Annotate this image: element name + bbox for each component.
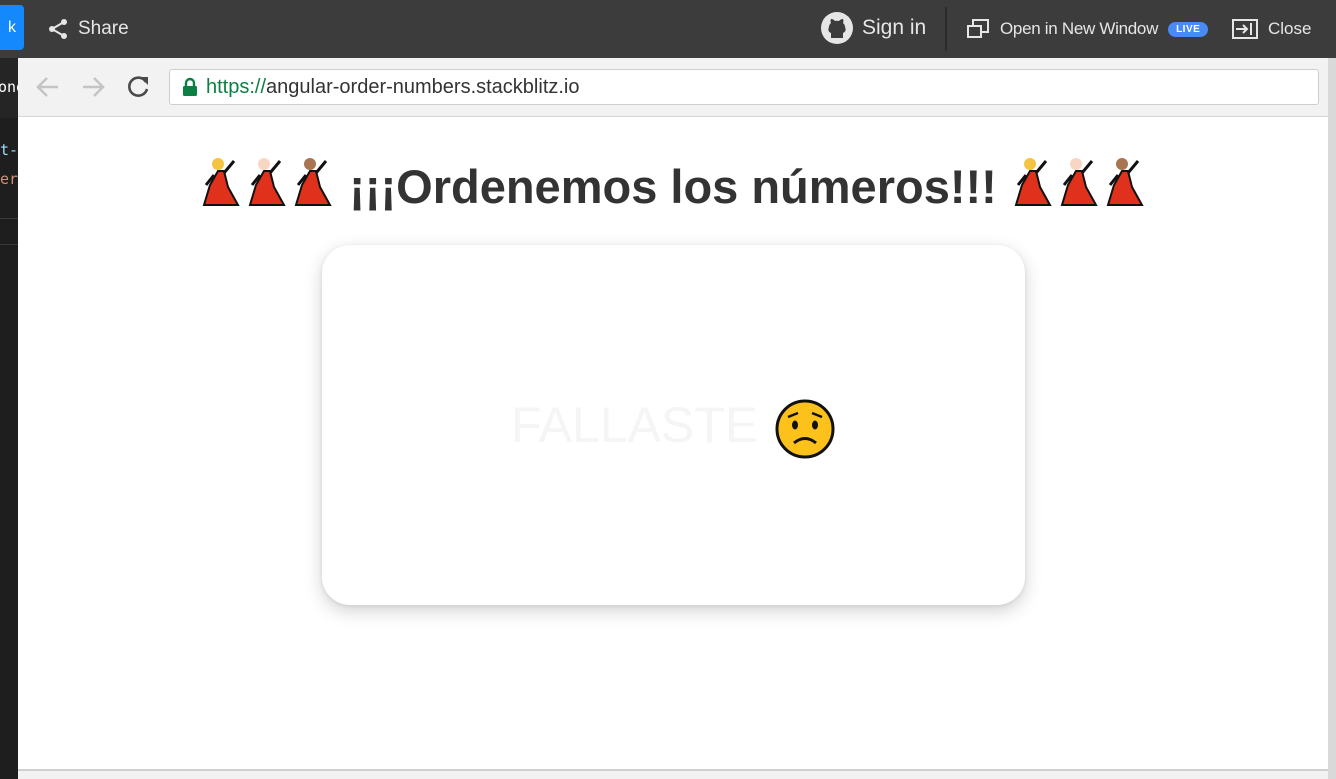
- open-new-window-label: Open in New Window: [1000, 19, 1159, 38]
- result-card: FALLASTE: [322, 245, 1025, 605]
- dancer-emoji: [1106, 158, 1144, 206]
- app-page: ¡¡¡Ordenemos los números!!! FALLASTE: [18, 117, 1328, 769]
- forward-arrow-icon: [83, 77, 105, 97]
- reload-button[interactable]: [123, 72, 153, 102]
- close-label: Close: [1268, 19, 1312, 38]
- dancer-emoji: [1014, 158, 1052, 206]
- scroll-edge: [1328, 58, 1336, 779]
- dancer-emoji-group-right: [1010, 158, 1148, 213]
- close-button[interactable]: Close: [1232, 15, 1311, 43]
- dancer-emoji: [1060, 158, 1098, 206]
- code-line: t-: [0, 141, 18, 159]
- result-message: FALLASTE: [322, 395, 1025, 460]
- url-scheme: https://: [206, 75, 267, 98]
- preview-browser-bar: https://angular-order-numbers.stackblitz…: [18, 58, 1328, 117]
- open-window-icon: [967, 19, 989, 38]
- forward-button[interactable]: [78, 72, 108, 102]
- share-icon: [49, 19, 67, 39]
- page-heading: ¡¡¡Ordenemos los números!!!: [18, 155, 1328, 217]
- result-text: FALLASTE: [510, 397, 759, 453]
- url-host: angular-order-numbers.stackblitz.io: [266, 75, 580, 98]
- dancer-emoji: [202, 158, 240, 206]
- address-bar[interactable]: https://angular-order-numbers.stackblitz…: [169, 69, 1319, 105]
- sign-in-button[interactable]: Sign in: [820, 10, 926, 46]
- share-button[interactable]: Share: [46, 15, 129, 43]
- fork-button[interactable]: k: [0, 5, 24, 50]
- code-line: er: [0, 170, 18, 188]
- dancer-emoji: [294, 158, 332, 206]
- back-button[interactable]: [33, 72, 63, 102]
- worried-face-emoji: [775, 399, 835, 459]
- dancer-emoji: [248, 158, 286, 206]
- share-label: Share: [78, 18, 129, 39]
- open-new-window-button[interactable]: Open in New Window LIVE: [966, 15, 1209, 43]
- toolbar-divider: [945, 7, 947, 51]
- editor-panel-edge: one t- er: [0, 58, 18, 779]
- sign-in-label: Sign in: [862, 16, 927, 39]
- dancer-emoji-group-left: [198, 158, 349, 213]
- reload-icon: [128, 76, 149, 97]
- editor-separator: [0, 218, 18, 219]
- console-bar: [18, 771, 1328, 779]
- lock-icon: [180, 77, 200, 97]
- back-arrow-icon: [36, 77, 58, 97]
- top-toolbar: k Share Sign in Open in New Window LIVE: [0, 0, 1336, 58]
- github-icon: [821, 12, 853, 44]
- live-badge: LIVE: [1168, 21, 1209, 37]
- editor-tab-label: one: [0, 78, 18, 96]
- editor-separator: [0, 244, 18, 245]
- heading-text: ¡¡¡Ordenemos los números!!!: [349, 160, 997, 213]
- close-panel-icon: [1232, 19, 1258, 39]
